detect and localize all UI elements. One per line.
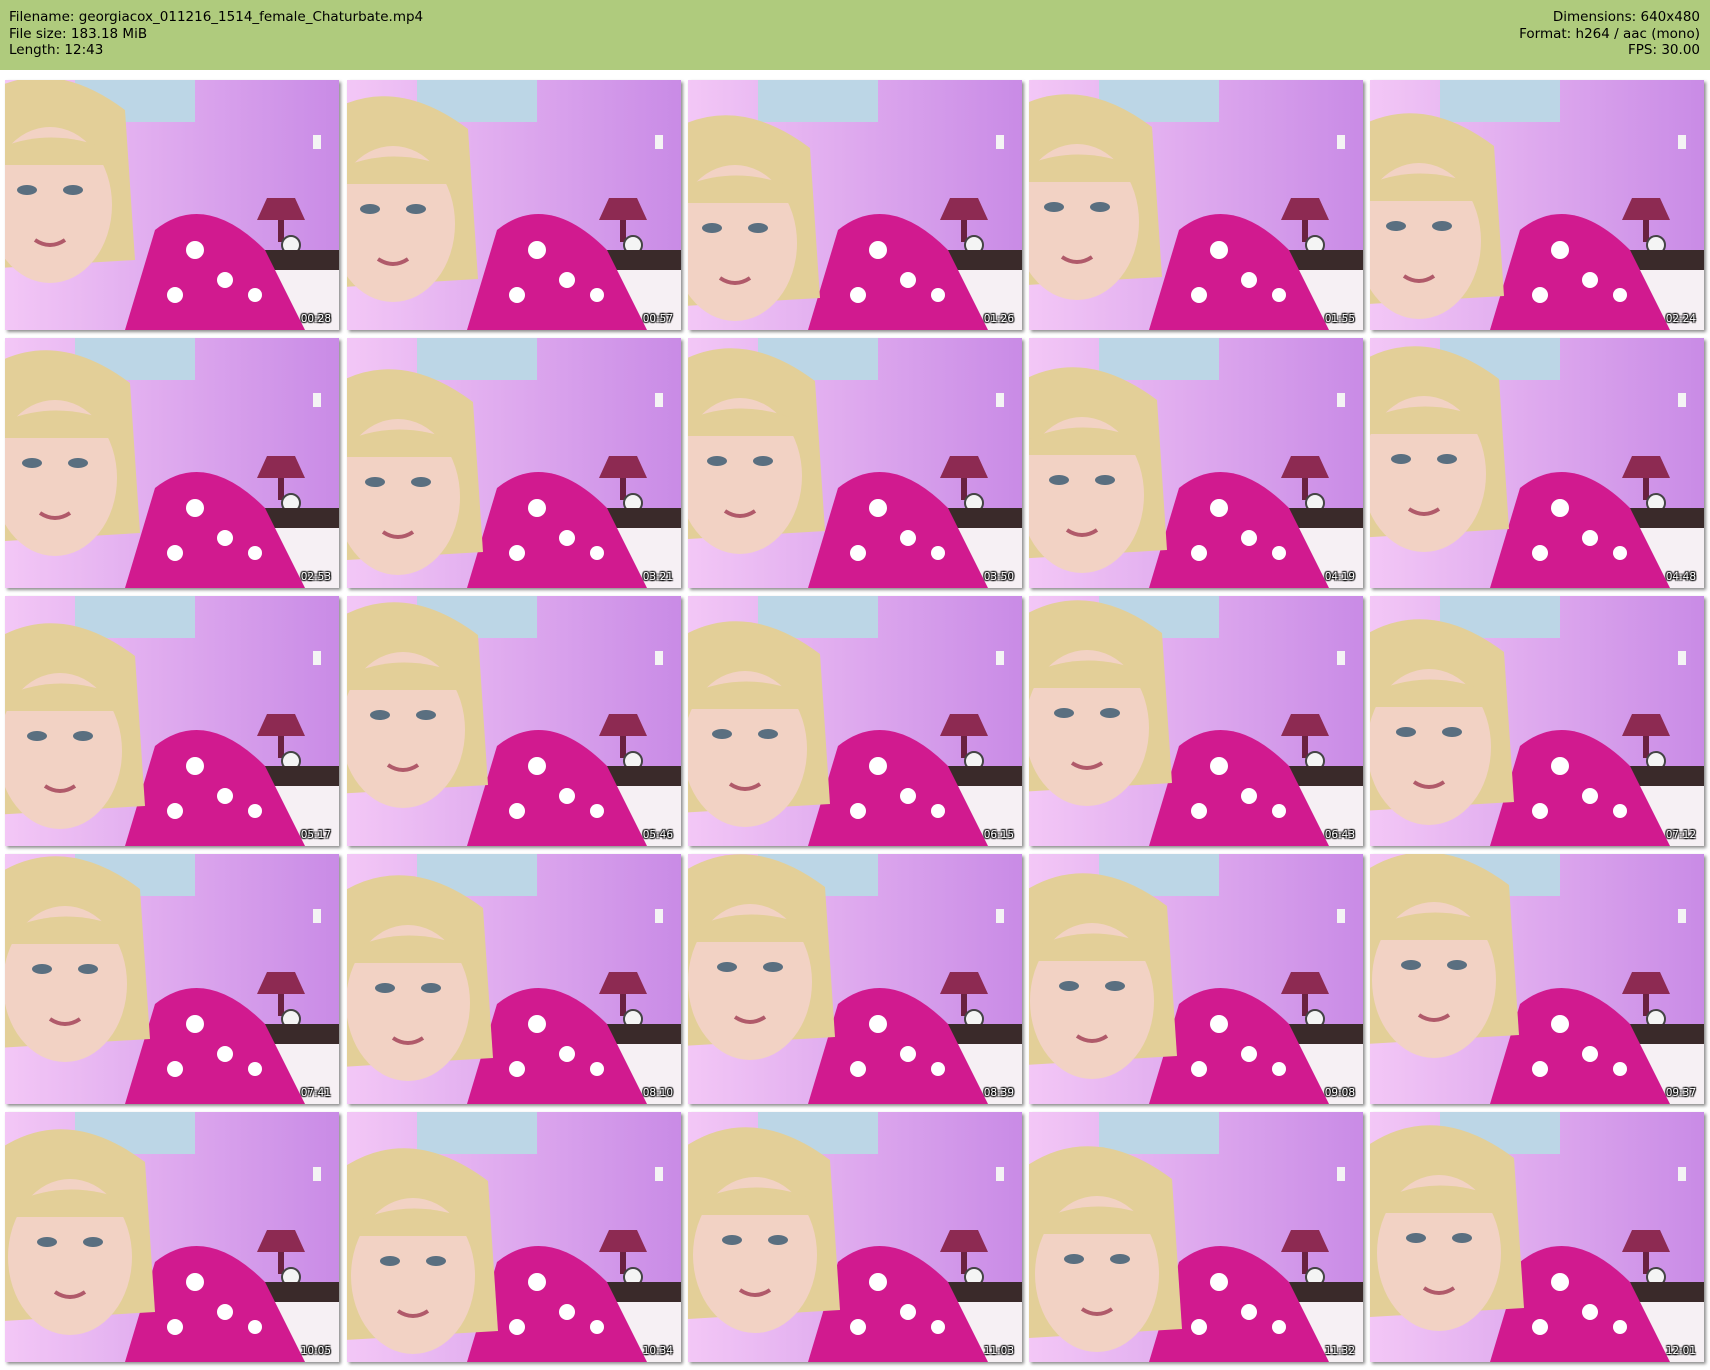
timestamp-label: 03:50 xyxy=(983,571,1014,583)
video-thumbnail[interactable]: 03:50 xyxy=(688,338,1022,588)
video-frame xyxy=(1370,338,1704,588)
stream-info: Dimensions: 640x480 Format: h264 / aac (… xyxy=(1519,9,1700,59)
timestamp-label: 00:28 xyxy=(300,313,331,325)
timestamp-label: 11:32 xyxy=(1324,1345,1355,1357)
filename-text: Filename: georgiacox_011216_1514_female_… xyxy=(9,9,424,25)
timestamp-label: 02:53 xyxy=(300,571,331,583)
video-thumbnail[interactable]: 07:41 xyxy=(5,854,339,1104)
video-frame xyxy=(347,80,681,330)
video-frame xyxy=(1370,1112,1704,1362)
video-thumbnail[interactable]: 00:57 xyxy=(347,80,681,330)
video-thumbnail[interactable]: 00:28 xyxy=(5,80,339,330)
video-frame xyxy=(688,1112,1022,1362)
filesize-text: File size: 183.18 MiB xyxy=(9,25,148,42)
video-thumbnail[interactable]: 07:12 xyxy=(1370,596,1704,846)
video-frame xyxy=(1370,80,1704,330)
timestamp-label: 04:19 xyxy=(1324,571,1355,583)
dimensions-text: Dimensions: 640x480 xyxy=(1552,9,1700,25)
video-thumbnail[interactable]: 08:10 xyxy=(347,854,681,1104)
timestamp-label: 07:12 xyxy=(1665,829,1696,841)
video-thumbnail[interactable]: 09:08 xyxy=(1029,854,1363,1104)
timestamp-label: 05:17 xyxy=(300,829,331,841)
video-thumbnail[interactable]: 04:19 xyxy=(1029,338,1363,588)
video-frame xyxy=(5,1112,339,1362)
format-text: Format: h264 / aac (mono) xyxy=(1519,25,1700,42)
video-frame xyxy=(1029,854,1363,1104)
video-thumbnail[interactable]: 10:34 xyxy=(347,1112,681,1362)
video-frame xyxy=(347,596,681,846)
video-frame xyxy=(1029,80,1363,330)
timestamp-label: 06:15 xyxy=(983,829,1014,841)
video-thumbnail[interactable]: 02:24 xyxy=(1370,80,1704,330)
video-thumbnail[interactable]: 04:48 xyxy=(1370,338,1704,588)
video-thumbnail[interactable]: 01:26 xyxy=(688,80,1022,330)
video-frame xyxy=(1029,596,1363,846)
video-frame xyxy=(1029,1112,1363,1362)
timestamp-label: 02:24 xyxy=(1665,313,1696,325)
video-thumbnail[interactable]: 10:05 xyxy=(5,1112,339,1362)
fps-text: FPS: 30.00 xyxy=(1628,42,1700,58)
timestamp-label: 11:03 xyxy=(983,1345,1014,1357)
timestamp-label: 08:39 xyxy=(983,1087,1014,1099)
video-frame xyxy=(5,80,339,330)
video-frame xyxy=(347,338,681,588)
timestamp-label: 10:34 xyxy=(642,1345,673,1357)
video-thumbnail[interactable]: 05:46 xyxy=(347,596,681,846)
timestamp-label: 00:57 xyxy=(642,313,673,325)
video-frame xyxy=(1370,596,1704,846)
video-thumbnail[interactable]: 06:43 xyxy=(1029,596,1363,846)
video-thumbnail[interactable]: 11:32 xyxy=(1029,1112,1363,1362)
timestamp-label: 01:55 xyxy=(1324,313,1355,325)
video-thumbnail[interactable]: 08:39 xyxy=(688,854,1022,1104)
video-thumbnail[interactable]: 12:01 xyxy=(1370,1112,1704,1362)
video-thumbnail[interactable]: 11:03 xyxy=(688,1112,1022,1362)
timestamp-label: 08:10 xyxy=(642,1087,673,1099)
timestamp-label: 01:26 xyxy=(983,313,1014,325)
video-thumbnail[interactable]: 09:37 xyxy=(1370,854,1704,1104)
video-frame xyxy=(347,854,681,1104)
video-thumbnail[interactable]: 01:55 xyxy=(1029,80,1363,330)
info-header: Filename: georgiacox_011216_1514_female_… xyxy=(0,0,1710,70)
file-info: Filename: georgiacox_011216_1514_female_… xyxy=(9,9,423,59)
video-thumbnail[interactable]: 05:17 xyxy=(5,596,339,846)
timestamp-label: 05:46 xyxy=(642,829,673,841)
timestamp-label: 04:48 xyxy=(1665,571,1696,583)
timestamp-label: 07:41 xyxy=(300,1087,331,1099)
video-frame xyxy=(5,596,339,846)
video-frame xyxy=(5,338,339,588)
video-frame xyxy=(688,338,1022,588)
video-frame xyxy=(1029,338,1363,588)
video-thumbnail[interactable]: 02:53 xyxy=(5,338,339,588)
video-frame xyxy=(5,854,339,1104)
timestamp-label: 06:43 xyxy=(1324,829,1355,841)
video-thumbnail[interactable]: 06:15 xyxy=(688,596,1022,846)
video-frame xyxy=(688,80,1022,330)
video-frame xyxy=(688,854,1022,1104)
timestamp-label: 03:21 xyxy=(642,571,673,583)
timestamp-label: 12:01 xyxy=(1665,1345,1696,1357)
video-frame xyxy=(688,596,1022,846)
video-thumbnail[interactable]: 03:21 xyxy=(347,338,681,588)
video-frame xyxy=(347,1112,681,1362)
timestamp-label: 09:08 xyxy=(1324,1087,1355,1099)
timestamp-label: 09:37 xyxy=(1665,1087,1696,1099)
length-text: Length: 12:43 xyxy=(9,42,104,58)
timestamp-label: 10:05 xyxy=(300,1345,331,1357)
video-frame xyxy=(1370,854,1704,1104)
